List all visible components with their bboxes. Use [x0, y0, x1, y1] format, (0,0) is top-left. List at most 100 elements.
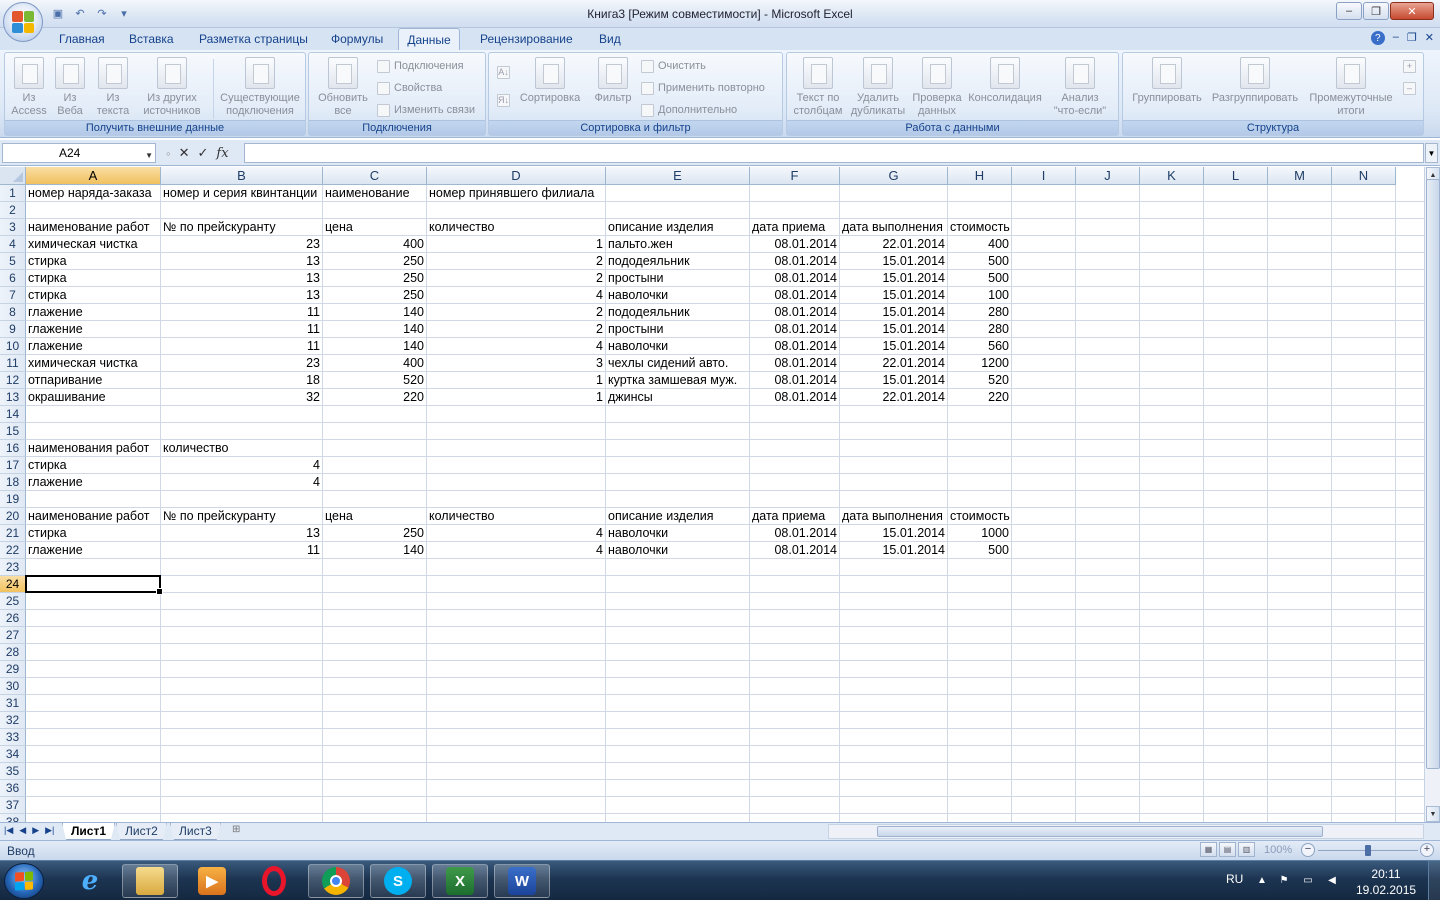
filter-button[interactable]: Фильтр — [589, 57, 637, 105]
cell-f11[interactable]: 08.01.2014 — [750, 355, 839, 372]
sheet-tab-3[interactable]: Лист3 — [170, 823, 221, 840]
row-header[interactable]: 18 — [0, 474, 26, 491]
row-header[interactable]: 20 — [0, 508, 26, 525]
cell-h9[interactable]: 280 — [948, 321, 1011, 338]
insert-sheet-icon[interactable]: ⊞ — [232, 824, 252, 838]
tab-insert[interactable]: Вставка — [125, 28, 178, 50]
cell-b11[interactable]: 23 — [161, 355, 322, 372]
column-header-n[interactable]: N — [1332, 167, 1396, 185]
connections-button[interactable]: Подключения — [377, 57, 464, 75]
vertical-scroll-thumb[interactable] — [1426, 179, 1440, 769]
cell-a22[interactable]: глажение — [26, 542, 85, 559]
cell-h11[interactable]: 1200 — [948, 355, 1011, 372]
cell-d11[interactable]: 3 — [427, 355, 605, 372]
cell-f5[interactable]: 08.01.2014 — [750, 253, 839, 270]
consolidate-button[interactable]: Консолидация — [967, 57, 1043, 105]
taskbar-word[interactable]: W — [494, 864, 550, 898]
column-header-d[interactable]: D — [427, 167, 606, 185]
reapply-button[interactable]: Применить повторно — [641, 79, 765, 97]
row-header[interactable]: 10 — [0, 338, 26, 355]
cell-g22[interactable]: 15.01.2014 — [840, 542, 947, 559]
cell-h5[interactable]: 500 — [948, 253, 1011, 270]
row-header[interactable]: 26 — [0, 610, 26, 627]
cell-h13[interactable]: 220 — [948, 389, 1011, 406]
normal-view-icon[interactable]: ▦ — [1200, 842, 1217, 857]
cell-a9[interactable]: глажение — [26, 321, 85, 338]
cell-a12[interactable]: отпаривание — [26, 372, 104, 389]
tab-data[interactable]: Данные — [398, 28, 460, 51]
cell-d9[interactable]: 2 — [427, 321, 605, 338]
cell-c12[interactable]: 520 — [323, 372, 426, 389]
row-header[interactable]: 31 — [0, 695, 26, 712]
cell-g6[interactable]: 15.01.2014 — [840, 270, 947, 287]
row-header[interactable]: 35 — [0, 763, 26, 780]
row-header[interactable]: 27 — [0, 627, 26, 644]
cell-d21[interactable]: 4 — [427, 525, 605, 542]
cell-e9[interactable]: простыни — [606, 321, 666, 338]
name-box[interactable]: A24 ▼ — [2, 143, 156, 163]
row-header[interactable]: 24 — [0, 576, 26, 593]
row-header[interactable]: 30 — [0, 678, 26, 695]
prev-sheet-icon[interactable]: ◀ — [19, 825, 26, 836]
cell-b22[interactable]: 11 — [161, 542, 322, 559]
row-header[interactable]: 28 — [0, 644, 26, 661]
zoom-out-icon[interactable]: − — [1301, 843, 1315, 857]
row-header[interactable]: 7 — [0, 287, 26, 304]
row-header[interactable]: 37 — [0, 797, 26, 814]
cell-h3[interactable]: стоимость — [948, 219, 1012, 236]
cell-a16[interactable]: наименования работ — [26, 440, 151, 457]
row-header[interactable]: 9 — [0, 321, 26, 338]
cell-c13[interactable]: 220 — [323, 389, 426, 406]
taskbar-media-player[interactable]: ▶ — [184, 864, 240, 898]
cell-e12[interactable]: куртка замшевая муж. — [606, 372, 739, 389]
cell-d3[interactable]: количество — [427, 219, 496, 236]
existing-connections-button[interactable]: Существующие подключения — [217, 57, 303, 118]
row-header[interactable]: 3 — [0, 219, 26, 236]
cell-f4[interactable]: 08.01.2014 — [750, 236, 839, 253]
row-header[interactable]: 8 — [0, 304, 26, 321]
cell-e21[interactable]: наволочки — [606, 525, 670, 542]
cell-e20[interactable]: описание изделия — [606, 508, 716, 525]
cell-f7[interactable]: 08.01.2014 — [750, 287, 839, 304]
remove-duplicates-button[interactable]: Удалить дубликаты — [847, 57, 909, 118]
cell-e13[interactable]: джинсы — [606, 389, 655, 406]
cell-e6[interactable]: простыни — [606, 270, 666, 287]
cell-a7[interactable]: стирка — [26, 287, 69, 304]
cell-g4[interactable]: 22.01.2014 — [840, 236, 947, 253]
cell-h12[interactable]: 520 — [948, 372, 1011, 389]
office-button[interactable] — [3, 2, 43, 42]
cell-b13[interactable]: 32 — [161, 389, 322, 406]
row-header[interactable]: 12 — [0, 372, 26, 389]
show-detail-button[interactable]: + — [1403, 57, 1416, 75]
cell-h22[interactable]: 500 — [948, 542, 1011, 559]
cell-g13[interactable]: 22.01.2014 — [840, 389, 947, 406]
row-header[interactable]: 22 — [0, 542, 26, 559]
cell-g12[interactable]: 15.01.2014 — [840, 372, 947, 389]
cell-h8[interactable]: 280 — [948, 304, 1011, 321]
cell-d1[interactable]: номер принявшего филиала — [427, 185, 596, 202]
cell-c21[interactable]: 250 — [323, 525, 426, 542]
row-header[interactable]: 15 — [0, 423, 26, 440]
group-button[interactable]: Группировать — [1125, 57, 1209, 105]
cell-b4[interactable]: 23 — [161, 236, 322, 253]
cell-c8[interactable]: 140 — [323, 304, 426, 321]
row-header[interactable]: 19 — [0, 491, 26, 508]
tab-review[interactable]: Рецензирование — [476, 28, 577, 50]
cell-a3[interactable]: наименование работ — [26, 219, 151, 236]
cell-a11[interactable]: химическая чистка — [26, 355, 140, 372]
row-header[interactable]: 13 — [0, 389, 26, 406]
cell-c22[interactable]: 140 — [323, 542, 426, 559]
cell-a1[interactable]: номер наряда-заказа — [26, 185, 154, 202]
cell-b3[interactable]: № по прейскуранту — [161, 219, 278, 236]
restore-workbook-icon[interactable]: ❐ — [1407, 31, 1417, 45]
volume-icon[interactable]: ◀ — [1326, 875, 1338, 887]
column-header-h[interactable]: H — [948, 167, 1012, 185]
tab-formulas[interactable]: Формулы — [327, 28, 387, 50]
cell-h21[interactable]: 1000 — [948, 525, 1011, 542]
close-button[interactable]: ✕ — [1390, 2, 1434, 20]
taskbar-ie[interactable]: e — [62, 864, 118, 898]
minimize-button[interactable]: – — [1336, 2, 1362, 20]
cell-f9[interactable]: 08.01.2014 — [750, 321, 839, 338]
name-box-dropdown-icon[interactable]: ▼ — [145, 147, 153, 165]
start-button[interactable] — [4, 863, 44, 899]
